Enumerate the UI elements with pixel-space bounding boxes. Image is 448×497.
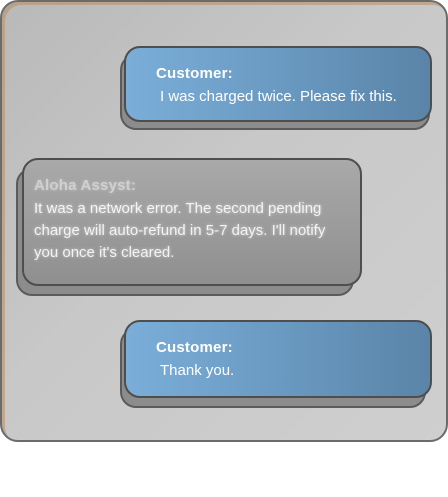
customer-message-bubble: Customer: I was charged twice. Please fi… (124, 46, 432, 122)
agent-message-bubble: Aloha Assyst: It was a network error. Th… (22, 158, 362, 286)
message-text: Thank you. (160, 362, 235, 379)
message-text: It was a network error. The second pendi… (34, 200, 326, 261)
chat-panel: Customer: I was charged twice. Please fi… (0, 0, 448, 442)
customer-message-bubble: Customer: Thank you. (124, 320, 432, 398)
message-speaker: Aloha Assyst: (34, 177, 137, 194)
message-speaker: Customer: (156, 65, 233, 82)
message-text: I was charged twice. Please fix this. (160, 88, 397, 105)
message-speaker: Customer: (156, 339, 233, 356)
